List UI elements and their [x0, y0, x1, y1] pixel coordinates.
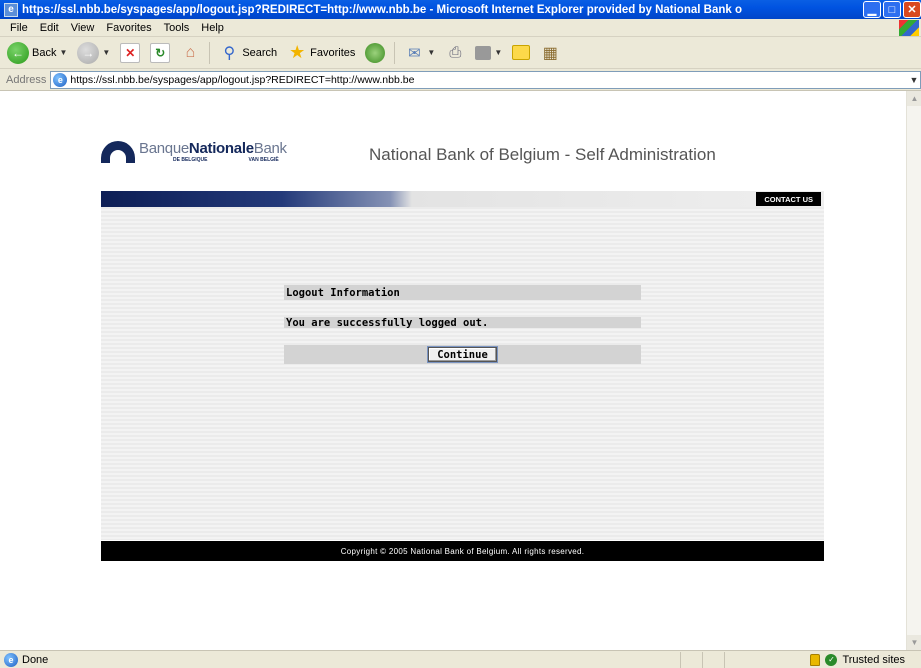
menu-file[interactable]: File — [4, 22, 34, 34]
close-button[interactable]: ✕ — [903, 1, 921, 18]
logout-heading: Logout Information — [284, 285, 641, 300]
logo-subtext: DE BELGIQUE VAN BELGIË — [139, 157, 287, 163]
mail-dropdown-icon[interactable]: ▼ — [427, 48, 435, 57]
media-button[interactable] — [362, 40, 388, 66]
address-url: https://ssl.nbb.be/syspages/app/logout.j… — [70, 73, 415, 86]
home-icon: ⌂ — [185, 43, 196, 61]
status-cell — [724, 651, 746, 668]
stop-button[interactable]: ✕ — [117, 40, 143, 66]
print-icon: ⎙ — [449, 44, 462, 61]
mail-button[interactable]: ✉ ▼ — [401, 40, 438, 66]
window-title-bar[interactable]: e https://ssl.nbb.be/syspages/app/logout… — [0, 0, 921, 19]
favorites-button[interactable]: ★ Favorites — [284, 40, 358, 66]
logo-banque: Banque — [139, 140, 189, 157]
refresh-icon: ↻ — [150, 42, 171, 63]
back-dropdown-icon[interactable]: ▼ — [59, 48, 67, 57]
favorites-star-icon: ★ — [289, 42, 306, 62]
menu-favorites[interactable]: Favorites — [100, 22, 157, 34]
status-page-icon: e — [4, 652, 18, 667]
home-button[interactable]: ⌂ — [177, 40, 203, 66]
print-button[interactable]: ⎙ — [442, 40, 468, 66]
scroll-down-icon[interactable]: ▼ — [907, 635, 921, 650]
content-area — [101, 207, 824, 540]
address-bar: Address e https://ssl.nbb.be/syspages/ap… — [0, 69, 921, 91]
back-button[interactable]: ← Back ▼ — [4, 40, 70, 66]
site-title: National Bank of Belgium - Self Administ… — [369, 145, 716, 164]
logout-panel: Logout Information You are successfully … — [284, 285, 641, 364]
logout-message: You are successfully logged out. — [284, 317, 641, 329]
logo-text: BanqueNationaleBank DE BELGIQUE VAN BELG… — [139, 140, 287, 163]
window-controls: ▁ □ ✕ — [863, 1, 921, 18]
vertical-scrollbar[interactable]: ▲ ▼ — [906, 91, 921, 650]
status-bar: e Done ✓ Trusted sites — [0, 650, 921, 668]
back-arrow-icon: ← — [7, 41, 29, 64]
menu-tools[interactable]: Tools — [158, 22, 196, 34]
minimize-button[interactable]: ▁ — [863, 1, 881, 18]
back-label: Back — [32, 46, 57, 59]
messenger-button[interactable] — [509, 40, 533, 66]
continue-row: Continue — [284, 345, 641, 364]
ie-app-icon: e — [4, 2, 18, 17]
menu-bar: File Edit View Favorites Tools Help — [0, 19, 921, 37]
status-text: Done — [22, 653, 49, 666]
messenger-icon — [512, 45, 531, 60]
media-icon — [365, 42, 386, 63]
mail-icon: ✉ — [408, 44, 421, 62]
address-input[interactable]: e https://ssl.nbb.be/syspages/app/logout… — [50, 70, 921, 89]
toolbar: ← Back ▼ → ▼ ✕ ↻ ⌂ ⚲ Search ★ Favorites … — [0, 37, 921, 69]
nbb-arch-icon — [101, 140, 135, 163]
security-zone[interactable]: ✓ Trusted sites — [810, 653, 905, 666]
page-viewport: BanqueNationaleBank DE BELGIQUE VAN BELG… — [0, 91, 906, 650]
lock-icon — [810, 653, 821, 666]
research-button[interactable]: ▦ — [537, 40, 563, 66]
contact-us-link[interactable]: CONTACT US — [756, 192, 821, 206]
header-banner: CONTACT US — [101, 191, 824, 207]
search-button[interactable]: ⚲ Search — [216, 40, 280, 66]
forward-button[interactable]: → ▼ — [74, 40, 113, 66]
status-cell — [680, 651, 702, 668]
edit-icon — [475, 45, 492, 60]
status-cell — [702, 651, 724, 668]
toolbar-separator — [394, 41, 396, 64]
edit-button[interactable]: ▼ — [472, 40, 505, 66]
maximize-button[interactable]: □ — [883, 1, 901, 18]
logo-wordmark: BanqueNationaleBank — [139, 140, 287, 157]
nbb-logo: BanqueNationaleBank DE BELGIQUE VAN BELG… — [101, 140, 287, 163]
search-icon: ⚲ — [223, 44, 236, 62]
research-icon: ▦ — [542, 44, 558, 62]
address-label: Address — [6, 73, 47, 86]
logo-bank: Bank — [253, 140, 287, 157]
forward-arrow-icon: → — [77, 41, 100, 64]
menu-edit[interactable]: Edit — [34, 22, 65, 34]
scroll-up-icon[interactable]: ▲ — [907, 91, 921, 106]
status-left: e Done — [0, 652, 680, 667]
windows-logo-icon — [899, 20, 919, 36]
page-footer: Copyright © 2005 National Bank of Belgiu… — [101, 541, 824, 561]
menu-help[interactable]: Help — [195, 22, 230, 34]
continue-button[interactable]: Continue — [428, 347, 497, 362]
forward-dropdown-icon[interactable]: ▼ — [102, 48, 110, 57]
refresh-button[interactable]: ↻ — [147, 40, 173, 66]
toolbar-separator — [209, 41, 211, 64]
logo-sub-right: VAN BELGIË — [248, 157, 279, 163]
logo-nationale: Nationale — [188, 140, 254, 157]
stop-icon: ✕ — [120, 42, 141, 63]
edit-dropdown-icon[interactable]: ▼ — [494, 48, 502, 57]
trusted-sites-icon: ✓ — [825, 653, 838, 666]
logo-sub-left: DE BELGIQUE — [173, 157, 208, 163]
menu-view[interactable]: View — [65, 22, 101, 34]
address-dropdown-icon[interactable]: ▼ — [908, 72, 920, 88]
favorites-label: Favorites — [310, 46, 356, 59]
search-label: Search — [242, 46, 278, 59]
page-icon: e — [53, 72, 68, 87]
zone-label: Trusted sites — [842, 653, 905, 666]
window-title: https://ssl.nbb.be/syspages/app/logout.j… — [22, 3, 742, 16]
